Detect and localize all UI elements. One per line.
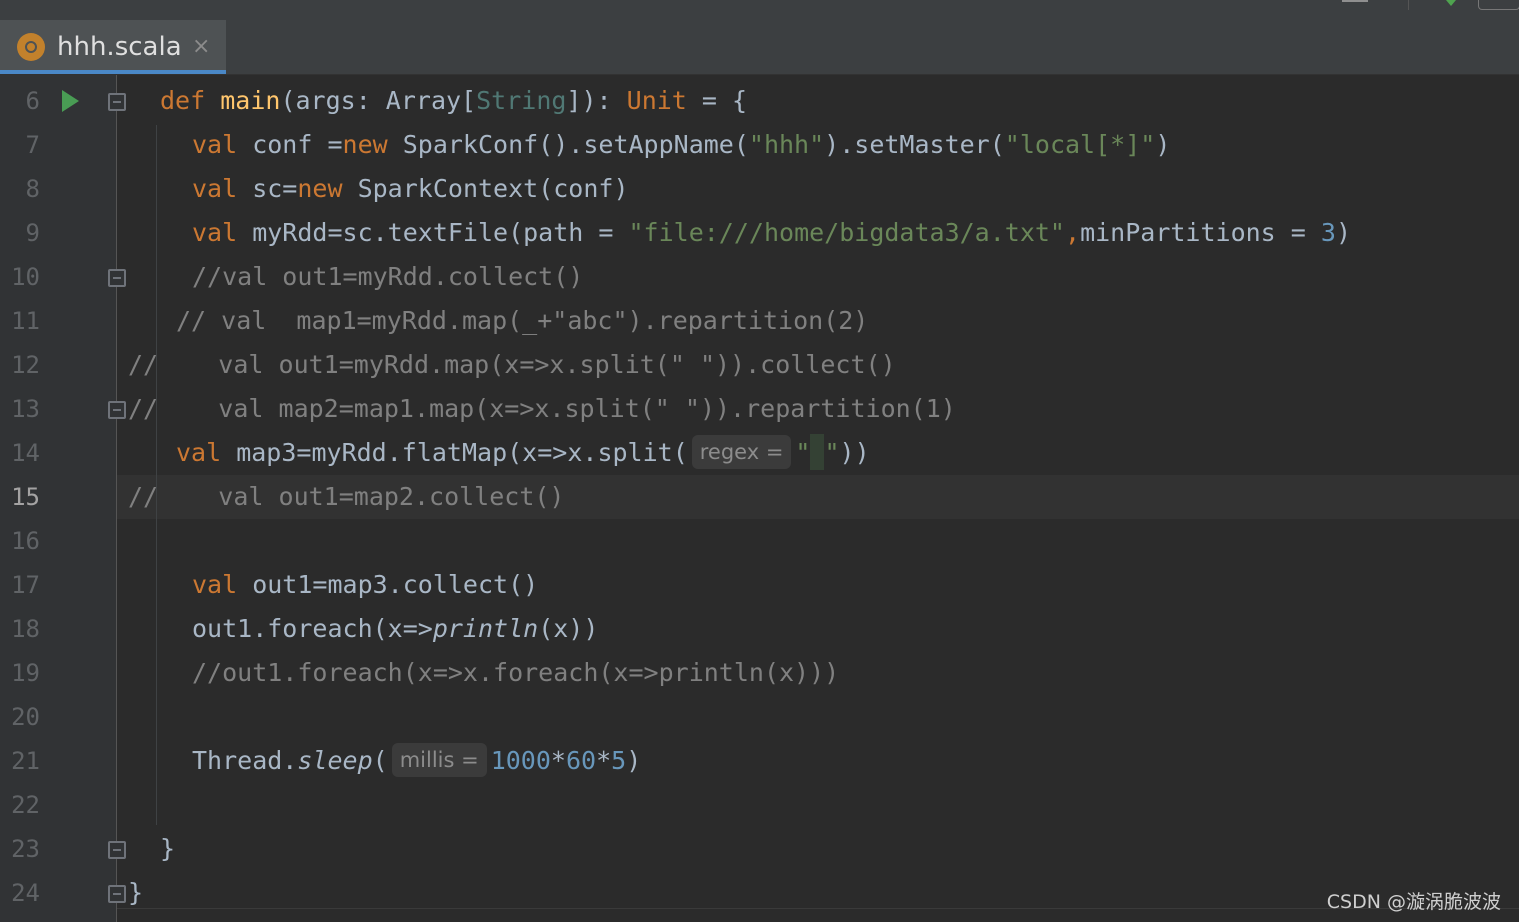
code-line: 7 val conf =new SparkConf().setAppName("…	[0, 123, 1519, 167]
code-text[interactable]: val sc=new SparkContext(conf)	[192, 167, 629, 211]
tab-hhh-scala[interactable]: hhh.scala ×	[0, 20, 226, 74]
code-line: 16	[0, 519, 1519, 563]
code-line: 9 val myRdd=sc.textFile(path = "file:///…	[0, 211, 1519, 255]
code-line: 19 //out1.foreach(x=>x.foreach(x=>printl…	[0, 651, 1519, 695]
line-number: 9	[25, 219, 40, 247]
line-number: 23	[11, 835, 40, 863]
line-number: 18	[11, 615, 40, 643]
code-comment[interactable]: //val out1=myRdd.collect()	[192, 255, 583, 299]
line-number: 22	[11, 791, 40, 819]
code-text[interactable]: val myRdd=sc.textFile(path = "file:///ho…	[192, 211, 1351, 255]
line-number: 7	[25, 131, 40, 159]
code-line: 22	[0, 783, 1519, 827]
watermark: CSDN @漩涡脆波波	[1326, 891, 1501, 913]
line-number: 8	[25, 175, 40, 203]
code-comment[interactable]: //out1.foreach(x=>x.foreach(x=>println(x…	[192, 651, 839, 695]
tab-label: hhh.scala	[57, 32, 182, 62]
line-number: 14	[11, 439, 40, 467]
close-tab-icon[interactable]: ×	[192, 33, 210, 61]
code-line: 17 val out1=map3.collect()	[0, 563, 1519, 607]
line-number: 13	[11, 395, 40, 423]
code-line: 18 out1.foreach(x=>println(x))	[0, 607, 1519, 651]
code-text[interactable]: val map3=myRdd.flatMap(x=>x.split(regex …	[176, 431, 870, 475]
toolbar-separator	[1408, 0, 1409, 10]
code-comment[interactable]: // val out1=map2.collect()	[128, 475, 565, 519]
editor-tab-bar: hhh.scala ×	[0, 20, 1519, 75]
line-number: 12	[11, 351, 40, 379]
code-line: 23 }	[0, 827, 1519, 871]
code-comment[interactable]: // val map1=myRdd.map(_+"abc").repartiti…	[176, 299, 868, 343]
code-line: 12 // val out1=myRdd.map(x=>x.split(" ")…	[0, 343, 1519, 387]
code-text[interactable]: }	[160, 827, 175, 871]
code-line: 11 // val map1=myRdd.map(_+"abc").repart…	[0, 299, 1519, 343]
minimize-icon[interactable]	[1342, 0, 1368, 6]
code-line: 13 // val map2=map1.map(x=>x.split(" "))…	[0, 387, 1519, 431]
code-comment[interactable]: // val map2=map1.map(x=>x.split(" ")).re…	[128, 387, 956, 431]
next-line-partial	[117, 908, 1519, 922]
code-text[interactable]: out1.foreach(x=>println(x))	[192, 607, 598, 651]
line-number: 16	[11, 527, 40, 555]
code-text[interactable]: Thread.sleep(millis = 1000*60*5)	[192, 739, 641, 783]
code-line: 21 Thread.sleep(millis = 1000*60*5)	[0, 739, 1519, 783]
code-line: 14 val map3=myRdd.flatMap(x=>x.split(reg…	[0, 431, 1519, 475]
code-text[interactable]: def main(args: Array[String]): Unit = {	[160, 79, 747, 123]
parameter-hint: regex =	[691, 435, 792, 469]
run-arrow-icon[interactable]	[1446, 0, 1456, 6]
line-number: 17	[11, 571, 40, 599]
code-comment[interactable]: // val out1=myRdd.map(x=>x.split(" ")).c…	[128, 343, 896, 387]
line-number: 6	[25, 87, 40, 115]
code-line: 20	[0, 695, 1519, 739]
line-number: 20	[11, 703, 40, 731]
code-line: 10 //val out1=myRdd.collect()	[0, 255, 1519, 299]
line-number: 15	[11, 483, 40, 511]
code-text[interactable]: val out1=map3.collect()	[192, 563, 538, 607]
parameter-hint: millis =	[391, 743, 487, 777]
scala-object-icon	[17, 33, 45, 61]
line-number: 10	[11, 263, 40, 291]
line-number: 19	[11, 659, 40, 687]
active-tab-indicator	[0, 70, 226, 74]
top-toolbar-strip	[0, 0, 1519, 21]
window-box-icon[interactable]	[1478, 0, 1519, 10]
line-number: 21	[11, 747, 40, 775]
code-line: 8 val sc=new SparkContext(conf)	[0, 167, 1519, 211]
line-number: 11	[11, 307, 40, 335]
code-line: 6 def main(args: Array[String]): Unit = …	[0, 79, 1519, 123]
text-caret	[810, 434, 825, 470]
line-number: 24	[11, 879, 40, 907]
code-line-current: 15 // val out1=map2.collect()	[0, 475, 1519, 519]
code-text[interactable]: val conf =new SparkConf().setAppName("hh…	[192, 123, 1170, 167]
